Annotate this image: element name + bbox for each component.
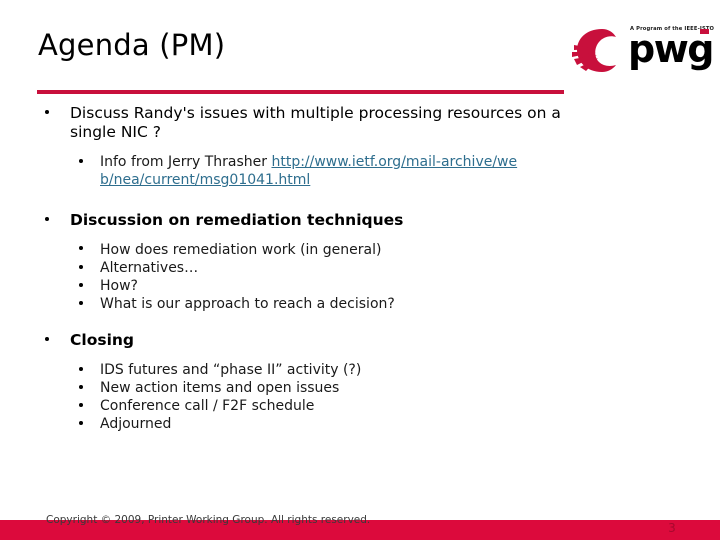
sub-bullet-item-2-1: How does remediation work (in general) bbox=[0, 241, 720, 259]
logo-wordmark: pwg bbox=[628, 27, 715, 71]
presentation-slide: Agenda (PM) A Program of the IEEE-ISTO p… bbox=[0, 0, 720, 540]
sub-bullet-text: IDS futures and “phase II” activity (?) bbox=[100, 361, 362, 378]
sub-bullet-text: What is our approach to reach a decision… bbox=[100, 296, 395, 313]
sub-bullet-item-3-1: IDS futures and “phase II” activity (?) bbox=[0, 361, 720, 379]
bullet-marker bbox=[79, 384, 83, 389]
sub-bullet-text: Info from Jerry Thrasher http://www.ietf… bbox=[100, 153, 520, 189]
bullet-marker bbox=[45, 109, 49, 114]
bullet-marker bbox=[79, 366, 83, 371]
sub-bullet-label: Info from Jerry Thrasher bbox=[100, 153, 272, 170]
bullet-marker bbox=[79, 402, 83, 407]
sub-bullet-text: How does remediation work (in general) bbox=[100, 241, 382, 258]
bullet-text: Discussion on remediation techniques bbox=[70, 211, 404, 230]
bullet-marker bbox=[79, 282, 83, 287]
footer-copyright: Copyright © 2009, Printer Working Group.… bbox=[46, 514, 371, 526]
pwg-swoosh-icon bbox=[572, 29, 616, 72]
bullet-item-3: Closing bbox=[0, 331, 720, 350]
sub-bullet-item-2-2: Alternatives… bbox=[0, 259, 720, 277]
bullet-marker bbox=[45, 337, 49, 342]
title-divider bbox=[37, 90, 564, 94]
sub-bullet-item-2-4: What is our approach to reach a decision… bbox=[0, 295, 720, 313]
sub-bullet-item-3-4: Adjourned bbox=[0, 415, 720, 433]
sub-bullet-item-1-1: Info from Jerry Thrasher http://www.ietf… bbox=[0, 153, 720, 189]
bullet-text: Discuss Randy's issues with multiple pro… bbox=[70, 104, 561, 142]
page-title: Agenda (PM) bbox=[38, 28, 226, 62]
slide-body: Discuss Randy's issues with multiple pro… bbox=[0, 104, 720, 433]
bullet-marker bbox=[79, 158, 83, 163]
sub-bullet-text: Alternatives… bbox=[100, 259, 199, 276]
sub-bullet-text: Adjourned bbox=[100, 416, 172, 433]
bullet-marker bbox=[45, 217, 49, 221]
bullet-marker bbox=[79, 421, 83, 426]
bullet-text: Closing bbox=[70, 331, 135, 350]
bullet-marker bbox=[79, 246, 83, 251]
sub-bullet-item-2-3: How? bbox=[0, 277, 720, 295]
sub-bullet-item-3-3: Conference call / F2F schedule bbox=[0, 397, 720, 415]
bullet-item-2: Discussion on remediation techniques bbox=[0, 211, 720, 230]
sub-bullet-text: How? bbox=[100, 277, 138, 294]
sub-bullet-text: New action items and open issues bbox=[100, 379, 340, 396]
sub-bullet-text: Conference call / F2F schedule bbox=[100, 398, 315, 414]
bullet-item-1: Discuss Randy's issues with multiple pro… bbox=[0, 104, 720, 143]
bullet-marker bbox=[79, 300, 83, 305]
page-number: 3 bbox=[668, 521, 676, 535]
sub-bullet-item-3-2: New action items and open issues bbox=[0, 379, 720, 397]
bullet-marker bbox=[79, 264, 83, 269]
pwg-logo: A Program of the IEEE-ISTO pwg bbox=[572, 22, 715, 78]
